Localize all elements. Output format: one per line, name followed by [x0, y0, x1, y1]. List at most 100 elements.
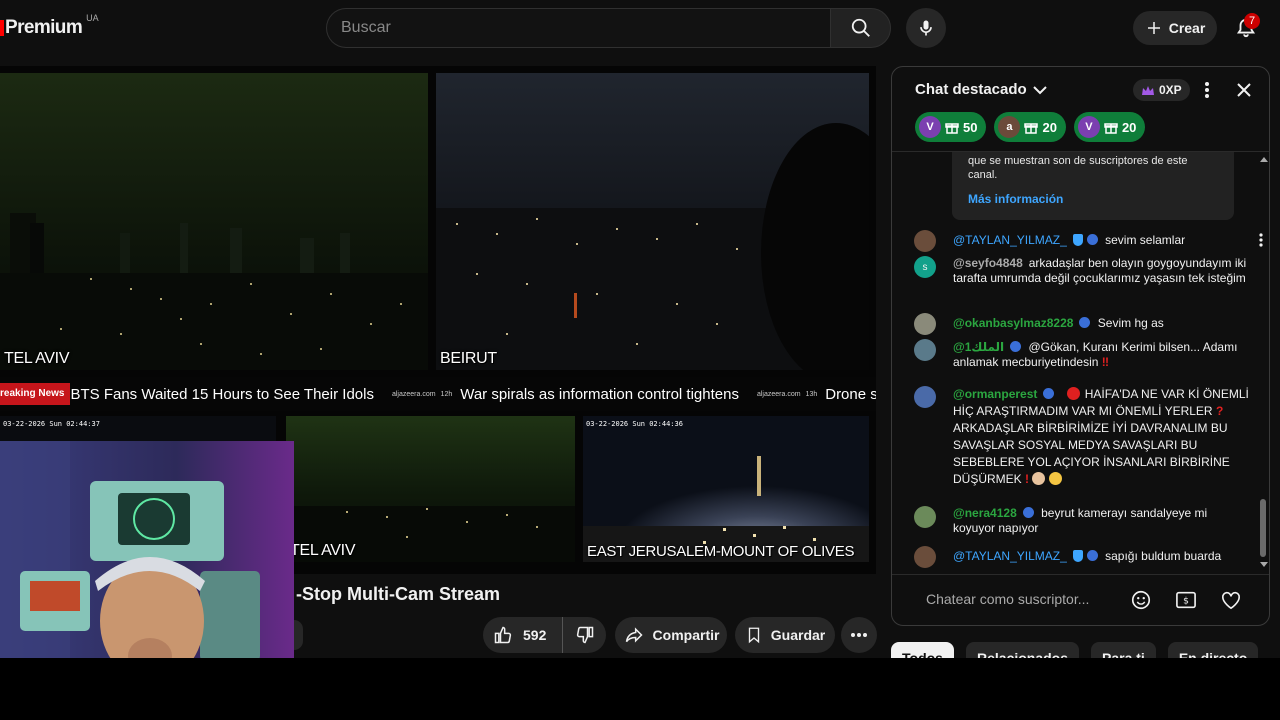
chat-message[interactable]: @الملك1 @Gökan, Kuranı Kerimi bilsen... … — [914, 339, 1252, 370]
message-text: sapığı buldum buarda — [1105, 549, 1222, 563]
close-chat-button[interactable] — [1233, 79, 1255, 101]
double-exclamation-emoji: ‼ — [1101, 355, 1109, 369]
chip-relacionados[interactable]: Relacionados — [965, 642, 1079, 658]
chat-message[interactable]: @ormanperest HAİFA'DA NE VAR Kİ ÖNEMLİ H… — [914, 386, 1252, 488]
city-night-image — [583, 416, 869, 562]
breaking-news-label: reaking News — [0, 383, 71, 405]
member-badge-icon — [1010, 341, 1022, 352]
camera-feed-beirut: BEIRUT — [436, 73, 869, 370]
ticker-item: BTS Fans Waited 15 Hours to See Their Id… — [70, 385, 374, 403]
author-name[interactable]: @seyfo4848 — [953, 256, 1023, 270]
share-label: Compartir — [652, 627, 720, 643]
moderator-shield-icon — [1072, 550, 1083, 562]
ticker-amount: 50 — [963, 119, 978, 135]
emoji-button[interactable] — [1128, 587, 1154, 613]
message-menu-button[interactable] — [1254, 230, 1268, 250]
video-title: -Stop Multi-Cam Stream — [296, 584, 501, 604]
member-badge-icon — [1022, 507, 1034, 518]
scroll-down-arrow-icon[interactable] — [1259, 561, 1269, 569]
members-info-card: que se muestran son de suscriptores de e… — [952, 152, 1234, 220]
question-emoji: ? — [1215, 404, 1224, 418]
notification-count-badge: 7 — [1244, 13, 1260, 29]
city-skyline-image — [286, 416, 575, 562]
super-chat-ticker: V 50 a 20 V 20 — [915, 112, 1146, 142]
youtube-premium-logo[interactable]: Premium UA — [0, 13, 99, 42]
ticker-source: aljazeera.com 12h — [391, 390, 453, 398]
share-icon — [625, 627, 643, 643]
dislike-button[interactable] — [563, 617, 606, 653]
ticker-chip[interactable]: V 20 — [1073, 112, 1146, 142]
channel-points-pill[interactable]: 0XP — [1133, 79, 1190, 101]
author-name[interactable]: @okanbasylmaz8228 — [953, 316, 1073, 330]
avatar: V — [1077, 116, 1100, 138]
save-button[interactable]: Guardar — [735, 617, 835, 653]
chat-mode-dropdown[interactable]: Chat destacado — [915, 81, 1047, 98]
create-label: Crear — [1168, 20, 1206, 36]
more-horizontal-icon — [851, 633, 867, 637]
chip-todos[interactable]: Todos — [891, 642, 954, 658]
avatar — [914, 506, 936, 528]
camera-label: BEIRUT — [440, 350, 497, 367]
chat-messages[interactable]: que se muestran son de suscriptores de e… — [892, 151, 1269, 574]
chat-message[interactable]: @nera4128 beyrut kamerayı sandalyeye mi … — [914, 506, 1252, 536]
camera-label: EAST JERUSALEM-MOUNT OF OLIVES — [587, 543, 855, 560]
camera-feed-tel-aviv-2: TEL AVIV — [286, 416, 575, 562]
gift-icon — [1024, 123, 1039, 134]
author-name[interactable]: @الملك1 — [953, 340, 1004, 354]
chat-message-input[interactable] — [915, 585, 1125, 613]
more-vertical-icon — [1259, 233, 1263, 247]
search-button[interactable] — [830, 8, 891, 48]
pray-emoji — [1032, 472, 1046, 485]
exclamation-emoji: ! — [1025, 472, 1030, 486]
like-count: 592 — [523, 627, 547, 643]
top-bar: Premium UA Crear 7 — [0, 0, 1280, 56]
crown-icon — [1142, 85, 1154, 95]
bookmark-icon — [748, 627, 759, 644]
heart-reaction-button[interactable] — [1218, 587, 1244, 613]
svg-text:$: $ — [1183, 597, 1189, 607]
ticker-amount: 20 — [1042, 119, 1057, 135]
camera-timestamp: 03-22-2026 Sun 02:44:36 — [586, 420, 683, 428]
chat-input-row: $ — [892, 574, 1269, 625]
moderator-shield-icon — [1072, 234, 1083, 246]
chat-message[interactable]: @TAYLAN_YILMAZ_ sapığı buldum buarda — [914, 546, 1252, 568]
share-button[interactable]: Compartir — [615, 617, 727, 653]
message-text: sevim selamlar — [1105, 233, 1186, 247]
chat-scrollbar-thumb[interactable] — [1260, 499, 1266, 557]
voice-search-button[interactable] — [906, 8, 946, 48]
ticker-chip[interactable]: a 20 — [994, 112, 1066, 142]
chat-menu-button[interactable] — [1197, 79, 1217, 101]
search-input[interactable] — [327, 9, 831, 47]
subscribe-button-edge[interactable] — [294, 620, 303, 650]
avatar — [914, 546, 936, 568]
like-button[interactable]: 592 — [483, 617, 563, 653]
author-name[interactable]: @TAYLAN_YILMAZ_ — [953, 549, 1067, 563]
author-name[interactable]: @ormanperest — [953, 387, 1037, 401]
chat-message[interactable]: s @seyfo4848 arkadaşlar ben olayın goygoy… — [914, 256, 1252, 286]
avatar — [914, 230, 936, 252]
member-badge-icon — [1086, 234, 1098, 245]
super-chat-button[interactable]: $ — [1173, 587, 1199, 613]
avatar — [914, 313, 936, 335]
avatar: s — [914, 256, 936, 278]
chip-en-directo[interactable]: En directo — [1167, 642, 1259, 658]
more-vertical-icon — [1205, 82, 1209, 98]
microphone-icon — [920, 20, 932, 36]
message-text-continued: ARKADAŞLAR BİRBİRİMİZE İYİ DAVRANALIM BU… — [953, 421, 1230, 486]
more-info-link[interactable]: Más información — [968, 192, 1218, 206]
more-actions-button[interactable] — [841, 617, 877, 653]
author-name[interactable]: @TAYLAN_YILMAZ_ — [953, 233, 1067, 247]
chip-para-ti[interactable]: Para ti — [1091, 642, 1156, 658]
scroll-up-arrow-icon[interactable] — [1259, 155, 1269, 163]
chat-message[interactable]: @TAYLAN_YILMAZ_ sevim selamlar — [914, 230, 1263, 252]
member-badge-icon — [1086, 550, 1098, 561]
heart-icon — [1222, 591, 1240, 610]
ticker-chip[interactable]: V 50 — [915, 112, 987, 142]
chat-header: Chat destacado 0XP — [892, 67, 1269, 113]
news-ticker: reaking News BTS Fans Waited 15 Hours to… — [0, 377, 876, 411]
camera-feed-east-jerusalem: 03-22-2026 Sun 02:44:36 EAST JERUSALEM-M… — [583, 416, 869, 562]
create-button[interactable]: Crear — [1133, 11, 1217, 45]
chat-message[interactable]: @okanbasylmaz8228 Sevim hg as — [914, 313, 1252, 335]
author-name[interactable]: @nera4128 — [953, 506, 1017, 520]
gift-icon — [1104, 123, 1118, 134]
